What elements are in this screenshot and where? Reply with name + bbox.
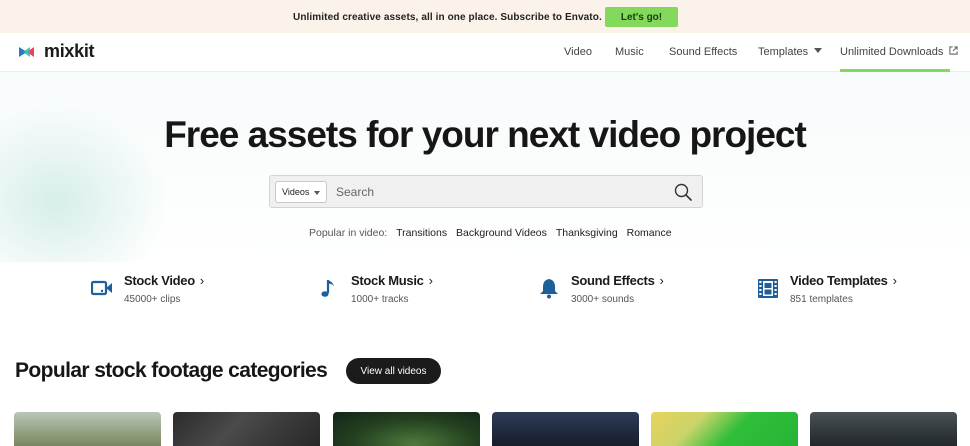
popular-tag-thanksgiving[interactable]: Thanksgiving xyxy=(556,227,618,239)
category-title: Video Templates › xyxy=(790,273,897,288)
chevron-right-icon: › xyxy=(199,273,204,288)
nav-video[interactable]: Video xyxy=(564,46,592,58)
bell-icon xyxy=(540,279,558,299)
nav-unlimited-downloads[interactable]: Unlimited Downloads xyxy=(840,46,959,58)
chevron-down-icon xyxy=(314,191,320,195)
video-thumbnail[interactable] xyxy=(651,412,798,446)
category-count: 45000+ clips xyxy=(124,294,181,305)
search-icon[interactable] xyxy=(674,183,692,201)
nav-templates-label: Templates xyxy=(758,46,809,58)
mixkit-logo-icon xyxy=(19,46,34,57)
caret-down-icon xyxy=(814,48,823,53)
search-type-value: Videos xyxy=(282,187,310,197)
popular-searches: Popular in video: Transitions Background… xyxy=(309,227,672,239)
logo-text: mixkit xyxy=(44,41,95,61)
search-input[interactable] xyxy=(336,181,666,203)
category-title: Sound Effects › xyxy=(571,273,664,288)
popular-tag-transitions[interactable]: Transitions xyxy=(396,227,447,239)
search-bar: Videos xyxy=(269,175,703,208)
nav-unlimited-downloads-label: Unlimited Downloads xyxy=(840,46,944,58)
hero: Free assets for your next video project … xyxy=(0,72,970,262)
film-strip-icon xyxy=(758,279,778,298)
category-title: Stock Video › xyxy=(124,273,204,288)
promo-text: Unlimited creative assets, all in one pl… xyxy=(293,12,602,23)
music-note-icon xyxy=(321,280,334,297)
external-link-icon xyxy=(949,46,959,55)
popular-label: Popular in video: xyxy=(309,227,388,239)
nav-sound-effects[interactable]: Sound Effects xyxy=(669,46,737,58)
search-type-select[interactable]: Videos xyxy=(275,181,327,203)
chevron-right-icon: › xyxy=(659,273,664,288)
category-count: 1000+ tracks xyxy=(351,294,409,305)
popular-tag-background-videos[interactable]: Background Videos xyxy=(456,227,547,239)
category-count: 851 templates xyxy=(790,294,853,305)
promo-banner: Unlimited creative assets, all in one pl… xyxy=(0,0,970,33)
video-thumbnail[interactable] xyxy=(333,412,480,446)
promo-cta-button[interactable]: Let's go! xyxy=(605,7,678,27)
nav-templates[interactable]: Templates xyxy=(758,46,823,58)
chevron-right-icon: › xyxy=(428,273,433,288)
site-header: mixkit Video Music Sound Effects Templat… xyxy=(0,33,970,72)
hero-title: Free assets for your next video project xyxy=(164,114,807,155)
video-camera-icon xyxy=(91,280,112,296)
category-title: Stock Music › xyxy=(351,273,433,288)
section-title: Popular stock footage categories xyxy=(15,359,328,382)
view-all-videos-button[interactable]: View all videos xyxy=(346,358,441,384)
video-thumbnail[interactable] xyxy=(14,412,161,446)
popular-tag-romance[interactable]: Romance xyxy=(627,227,672,239)
logo[interactable]: mixkit xyxy=(19,41,95,62)
video-thumbnail[interactable] xyxy=(173,412,320,446)
chevron-right-icon: › xyxy=(892,273,897,288)
nav-music[interactable]: Music xyxy=(615,46,644,58)
category-count: 3000+ sounds xyxy=(571,294,635,305)
video-thumbnail[interactable] xyxy=(810,412,957,446)
video-thumbnail[interactable] xyxy=(492,412,639,446)
